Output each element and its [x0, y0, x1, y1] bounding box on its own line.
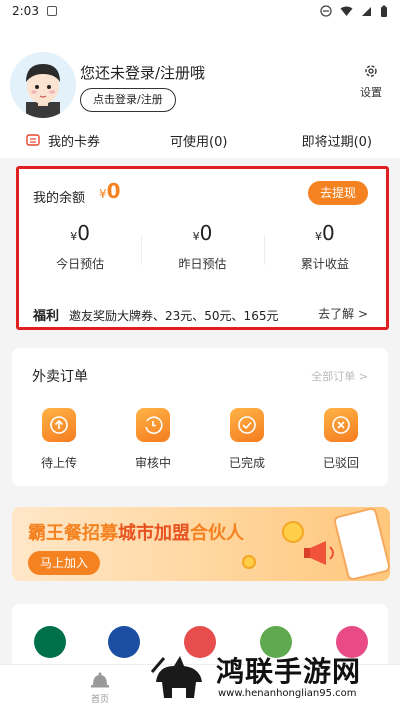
login-prompt: 您还未登录/注册哦	[80, 64, 206, 82]
coupon-icon	[26, 134, 40, 146]
profile-header: 您还未登录/注册哦 点击登录/注册 设置	[0, 22, 400, 122]
stat-value: ¥0	[19, 221, 141, 245]
order-status-completed[interactable]: 已完成	[200, 408, 294, 471]
wifi-icon	[340, 6, 353, 16]
phone-decoration-icon	[332, 507, 390, 581]
my-coupons-label: 我的卡券	[48, 134, 101, 150]
earnings-stats: ¥0 今日预估 ¥0 昨日预估 ¥0 累计收益	[19, 221, 386, 283]
learn-more-link[interactable]: 去了解 >	[318, 305, 368, 322]
stat-label: 昨日预估	[178, 257, 227, 271]
coupon-row: 我的卡券 可使用(0) 即将过期(0)	[0, 122, 400, 158]
stat-yesterday: ¥0 昨日预估	[141, 221, 263, 283]
join-now-button[interactable]: 马上加入	[28, 551, 101, 575]
all-orders-link[interactable]: 全部订单 >	[311, 368, 368, 384]
home-bell-icon	[91, 672, 109, 688]
starbucks-logo-icon[interactable]	[34, 626, 66, 658]
watermark-logo-icon	[150, 656, 202, 698]
banner-headline-highlight: 城市加盟	[118, 523, 190, 544]
reject-icon	[324, 408, 358, 442]
banner-headline: 霸王餐招募城市加盟合伙人	[28, 519, 244, 545]
order-status-list: 待上传 审核中 已完成 已驳回	[12, 408, 388, 471]
order-status-rejected[interactable]: 已驳回	[294, 408, 388, 471]
stat-currency: ¥	[192, 230, 200, 243]
takeout-orders-card: 外卖订单 全部订单 > 待上传 审核中 已完成 已驳回	[12, 348, 388, 486]
watermark-url: www.henanhonglian95.com	[218, 688, 357, 699]
signal-icon	[362, 6, 371, 16]
balance-value: ¥0	[99, 179, 121, 203]
stat-label: 累计收益	[300, 257, 349, 271]
order-status-label: 审核中	[134, 456, 171, 470]
expiring-coupons[interactable]: 即将过期(0)	[302, 131, 372, 150]
notification-icon	[46, 6, 57, 16]
balance-amount: 0	[106, 179, 121, 203]
check-icon	[230, 408, 264, 442]
avatar[interactable]	[10, 52, 76, 118]
upload-icon	[42, 408, 76, 442]
coin-decoration-icon	[242, 555, 256, 569]
settings-button[interactable]: 设置	[356, 64, 386, 100]
login-register-button[interactable]: 点击登录/注册	[80, 88, 176, 112]
watermark-text: 鸿联手游网	[216, 655, 362, 688]
order-status-label: 已完成	[228, 456, 265, 470]
welfare-text: 邀友奖励大牌券、23元、50元、165元	[69, 309, 279, 323]
order-status-label: 待上传	[40, 456, 77, 470]
stat-amount: 0	[77, 221, 91, 245]
status-icons	[320, 5, 388, 18]
stat-value: ¥0	[141, 221, 263, 245]
stat-value: ¥0	[264, 221, 386, 245]
stat-total: ¥0 累计收益	[263, 221, 386, 283]
order-status-label: 已驳回	[322, 456, 359, 470]
stat-currency: ¥	[314, 230, 322, 243]
cartoon-avatar-icon	[26, 64, 60, 118]
tab-home[interactable]: 首页	[78, 671, 122, 705]
brand-logo-icon[interactable]	[108, 626, 140, 658]
order-status-reviewing[interactable]: 审核中	[106, 408, 200, 471]
dnd-icon	[320, 5, 332, 17]
orders-title: 外卖订单	[32, 369, 88, 385]
balance-label: 我的余额	[33, 191, 86, 206]
withdraw-button[interactable]: 去提现	[308, 181, 368, 205]
welfare-row: 福利 邀友奖励大牌券、23元、50元、165元	[33, 305, 278, 324]
balance-card: 我的余额 ¥0 去提现 ¥0 今日预估 ¥0 昨日预估 ¥0 累计收益 福利 邀…	[16, 166, 389, 330]
stat-amount: 0	[321, 221, 335, 245]
settings-label: 设置	[360, 86, 382, 99]
status-bar: 2:03	[0, 0, 400, 22]
gear-icon	[365, 65, 377, 77]
stat-today: ¥0 今日预估	[19, 221, 141, 283]
coin-decoration-icon	[282, 521, 304, 543]
order-status-pending-upload[interactable]: 待上传	[12, 408, 106, 471]
review-clock-icon	[136, 408, 170, 442]
status-time: 2:03	[12, 4, 39, 18]
banner-headline-prefix: 霸王餐招募	[28, 523, 118, 544]
battery-icon	[381, 5, 387, 17]
stat-label: 今日预估	[56, 257, 105, 271]
watermark: 鸿联手游网 www.henanhonglian95.com	[150, 648, 400, 710]
balance-currency: ¥	[99, 187, 107, 201]
welfare-tag: 福利	[33, 309, 60, 324]
banner-headline-suffix: 合伙人	[190, 523, 244, 544]
stat-amount: 0	[199, 221, 213, 245]
my-coupons-link[interactable]: 我的卡券	[26, 131, 100, 150]
partner-recruit-banner[interactable]: 霸王餐招募城市加盟合伙人 马上加入	[12, 507, 390, 581]
usable-coupons[interactable]: 可使用(0)	[170, 131, 227, 150]
tab-home-label: 首页	[90, 695, 109, 705]
